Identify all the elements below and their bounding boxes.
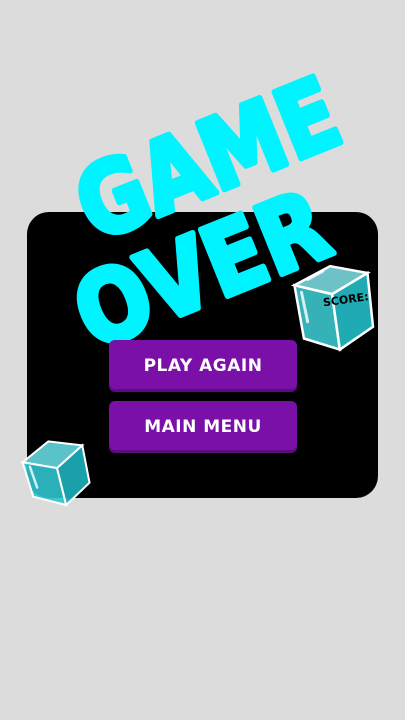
play-again-label: PLAY AGAIN [143, 356, 263, 376]
score-cube: SCORE: [290, 264, 375, 352]
decorative-cube [20, 440, 91, 507]
play-again-button[interactable]: PLAY AGAIN [109, 340, 297, 392]
main-menu-label: MAIN MENU [144, 417, 262, 437]
main-menu-button[interactable]: MAIN MENU [109, 401, 297, 453]
game-over-screen: GAME OVER SCORE: PLAY AGAIN MAIN MENU [0, 0, 405, 720]
